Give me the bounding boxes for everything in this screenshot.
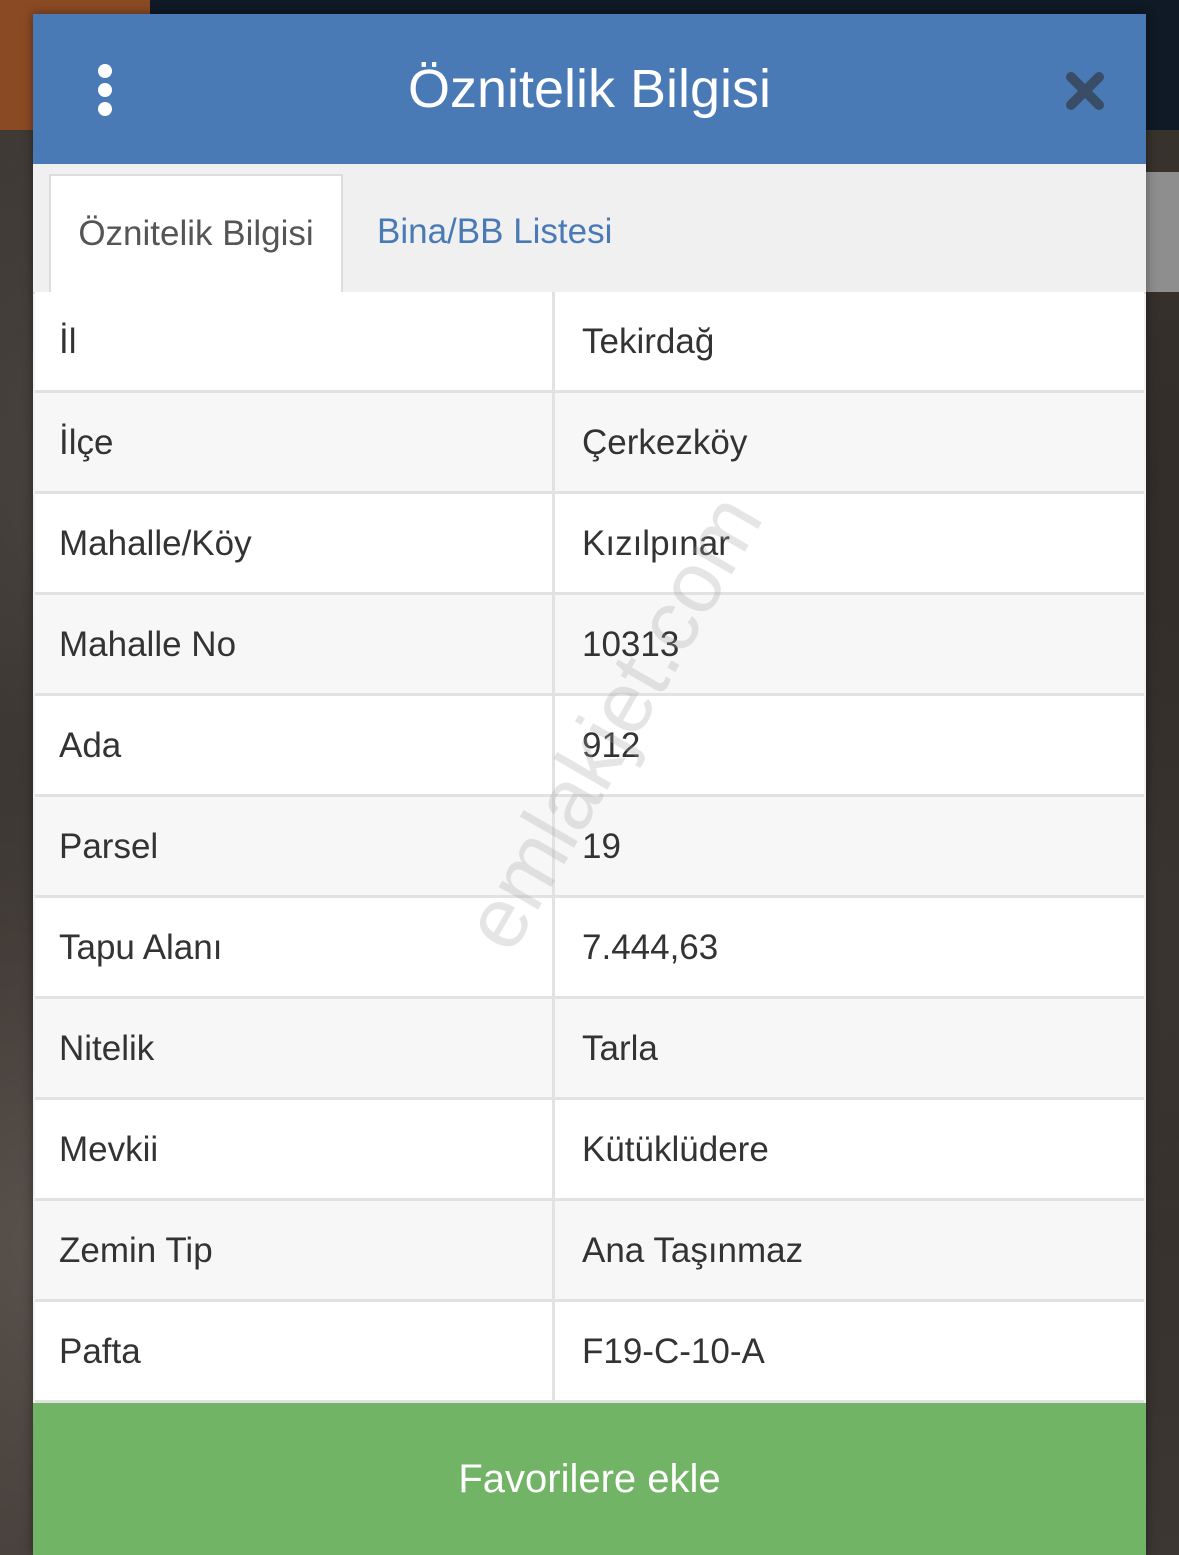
row-value: Çerkezköy <box>582 423 748 462</box>
row-value: Tarla <box>582 1029 658 1068</box>
background-scroll-edge <box>1146 172 1179 292</box>
row-value: 19 <box>582 827 621 866</box>
row-value: Ana Taşınmaz <box>582 1231 804 1270</box>
close-icon[interactable] <box>1063 69 1107 113</box>
dialog-title: Öznitelik Bilgisi <box>407 59 772 119</box>
table-row: Nitelik Tarla <box>35 999 1144 1100</box>
row-value: Kütüklüdere <box>582 1130 769 1169</box>
row-label: Parsel <box>35 797 555 895</box>
row-value: Kızılpınar <box>582 524 730 563</box>
row-value: 10313 <box>582 625 680 664</box>
table-row: İlçe Çerkezköy <box>35 393 1144 494</box>
row-value: Tekirdağ <box>582 322 715 361</box>
dialog-header: Öznitelik Bilgisi <box>33 14 1146 164</box>
tab-attribute-info[interactable]: Öznitelik Bilgisi <box>49 174 343 294</box>
row-value: 7.444,63 <box>582 928 719 967</box>
row-label: Tapu Alanı <box>35 898 555 996</box>
table-row: Pafta F19-C-10-A <box>35 1302 1144 1403</box>
vertical-dots-icon[interactable] <box>93 64 117 116</box>
row-label: İl <box>35 292 555 390</box>
row-label: Zemin Tip <box>35 1201 555 1299</box>
attribute-table: İl Tekirdağ İlçe Çerkezköy Mahalle/Köy K… <box>35 292 1144 1403</box>
row-label: Nitelik <box>35 999 555 1097</box>
row-label: Mahalle No <box>35 595 555 693</box>
table-row: Ada 912 <box>35 696 1144 797</box>
add-to-favorites-button[interactable]: Favorilere ekle <box>33 1403 1146 1555</box>
attribute-dialog: Öznitelik Bilgisi Öznitelik Bilgisi Bina… <box>33 14 1146 1555</box>
row-label: Mahalle/Köy <box>35 494 555 592</box>
table-row: Tapu Alanı 7.444,63 <box>35 898 1144 999</box>
row-label: İlçe <box>35 393 555 491</box>
table-row: Mevkii Kütüklüdere <box>35 1100 1144 1201</box>
row-label: Ada <box>35 696 555 794</box>
row-label: Mevkii <box>35 1100 555 1198</box>
tab-bar: Öznitelik Bilgisi Bina/BB Listesi <box>33 164 1146 294</box>
table-row: Mahalle/Köy Kızılpınar <box>35 494 1144 595</box>
table-row: Mahalle No 10313 <box>35 595 1144 696</box>
row-value: 912 <box>582 726 641 765</box>
table-row: Parsel 19 <box>35 797 1144 898</box>
table-row: Zemin Tip Ana Taşınmaz <box>35 1201 1144 1302</box>
table-row: İl Tekirdağ <box>35 292 1144 393</box>
row-label: Pafta <box>35 1302 555 1400</box>
tab-building-list[interactable]: Bina/BB Listesi <box>377 174 612 292</box>
row-value: F19-C-10-A <box>582 1332 765 1371</box>
